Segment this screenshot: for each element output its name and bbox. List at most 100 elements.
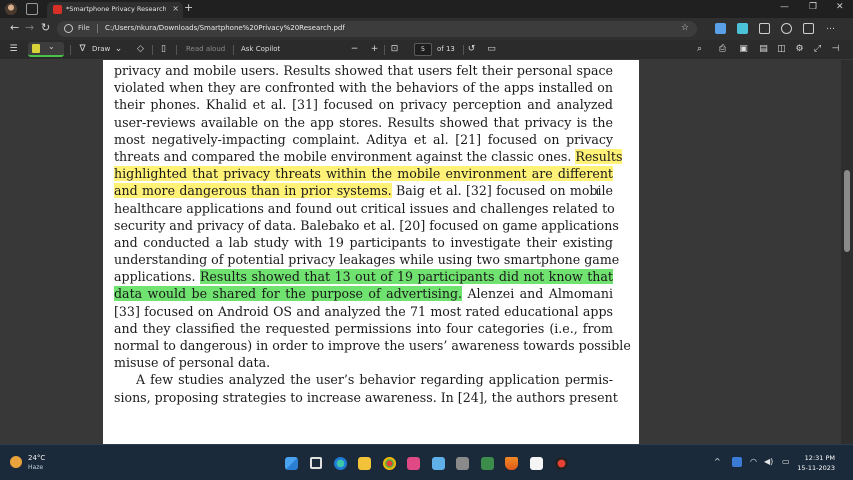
text-line: their phones. Khalid et al. [31] focused… xyxy=(114,97,613,113)
toolbar-divider xyxy=(176,45,177,55)
page-number-input[interactable]: 5 xyxy=(414,43,432,56)
info-icon[interactable] xyxy=(64,24,73,33)
highlight-tool[interactable]: ⌄ xyxy=(28,42,64,57)
wifi-icon[interactable]: ◠ xyxy=(750,457,757,467)
text-line: and they classified the requested permis… xyxy=(114,320,613,336)
toolbar-divider xyxy=(384,45,385,55)
save-as-icon[interactable]: ▤ xyxy=(758,44,769,55)
close-window-button[interactable]: ✕ xyxy=(836,2,844,12)
text-line: user-reviews available on the app stores… xyxy=(114,114,613,130)
save-icon[interactable]: ▣ xyxy=(738,44,749,55)
start-icon[interactable] xyxy=(285,457,298,470)
view-icon[interactable]: ▭ xyxy=(486,44,497,55)
scrollbar-thumb[interactable] xyxy=(844,170,850,252)
tab-actions-icon[interactable] xyxy=(26,3,38,15)
address-bar[interactable]: File C:/Users/nkura/Downloads/Smartphone… xyxy=(57,21,697,37)
screen: *Smartphone Privacy Research.pdf × + — ❐… xyxy=(0,0,853,480)
chevron-down-icon[interactable]: ⌄ xyxy=(48,42,55,51)
text-line: privacy and mobile users. Results showed… xyxy=(114,63,613,78)
draw-chevron-icon[interactable]: ⌄ xyxy=(113,44,124,55)
text-line: A few studies analyzed the user’s behavi… xyxy=(136,372,613,388)
settings-icon[interactable]: ⚙ xyxy=(794,44,805,55)
minimize-button[interactable]: — xyxy=(780,2,789,12)
rotate-icon[interactable]: ↺ xyxy=(466,44,477,55)
tab-active[interactable]: *Smartphone Privacy Research.pdf × xyxy=(47,2,183,18)
fit-page-icon[interactable]: ⊡ xyxy=(389,44,400,55)
weather-icon[interactable] xyxy=(10,456,22,468)
tray-app-icon[interactable] xyxy=(732,457,742,467)
chrome-icon[interactable] xyxy=(383,457,396,470)
fullscreen-icon[interactable]: ⤢ xyxy=(812,44,823,55)
green-highlight[interactable]: Results showed that 13 out of 19 partici… xyxy=(199,269,613,285)
text-line: violated when they are confronted with t… xyxy=(114,80,613,96)
page-view-icon[interactable]: ▯ xyxy=(158,44,169,55)
temperature[interactable]: 24°C xyxy=(28,454,45,462)
text-line: [33] focused on Android OS and analyzed … xyxy=(114,303,613,319)
favorite-star-icon[interactable]: ☆ xyxy=(681,23,689,33)
taskbar: 24°C Haze ^ ◠ ◀) ▭ 12:31 PM 15-11-2023 xyxy=(0,444,853,480)
toolbar-divider xyxy=(152,45,153,55)
maximize-button[interactable]: ❐ xyxy=(809,2,817,12)
text-line: threats and compared the mobile environm… xyxy=(114,148,623,164)
read-aloud-button[interactable]: Read aloud xyxy=(186,44,225,55)
edge-icon[interactable] xyxy=(334,457,347,470)
zoom-out-button[interactable]: − xyxy=(349,44,360,55)
profile-avatar[interactable] xyxy=(5,3,17,15)
draw-icon[interactable]: ∇ xyxy=(77,44,88,55)
green-highlight[interactable]: data would be shared for the purpose of … xyxy=(114,286,463,302)
copilot-icon[interactable] xyxy=(737,23,748,34)
print-icon[interactable]: ⎙ xyxy=(717,44,728,55)
text-line: misuse of personal data. xyxy=(114,355,271,371)
weather-description[interactable]: Haze xyxy=(28,464,43,471)
vertical-scrollbar[interactable] xyxy=(841,60,853,444)
tab-close-icon[interactable]: × xyxy=(172,4,179,13)
extension-icon[interactable] xyxy=(715,23,726,34)
search-icon[interactable]: ⌕ xyxy=(694,44,705,55)
ask-copilot-button[interactable]: Ask Copilot xyxy=(241,44,280,55)
toolbar-divider xyxy=(70,45,71,55)
volume-icon[interactable]: ◀) xyxy=(764,457,773,467)
pdf-icon xyxy=(53,5,62,14)
sidebar-icon[interactable]: ◫ xyxy=(776,44,787,55)
address-prefix: File xyxy=(78,24,90,32)
text-cursor-icon: I xyxy=(596,188,599,198)
file-explorer-icon[interactable] xyxy=(358,457,371,470)
refresh-button[interactable]: ↻ xyxy=(41,22,50,34)
address-divider xyxy=(97,24,98,33)
split-screen-icon[interactable] xyxy=(759,23,770,34)
forward-button[interactable]: → xyxy=(25,22,34,34)
app-icon[interactable] xyxy=(555,457,568,470)
clock-time[interactable]: 12:31 PM xyxy=(801,454,835,462)
page-count: of 13 xyxy=(437,45,455,53)
vlc-icon[interactable] xyxy=(505,457,518,470)
collections-icon[interactable] xyxy=(803,23,814,34)
app-icon[interactable] xyxy=(456,457,469,470)
new-tab-button[interactable]: + xyxy=(184,1,193,14)
favorites-icon[interactable] xyxy=(781,23,792,34)
yellow-highlight[interactable]: and more dangerous than in prior systems… xyxy=(114,183,392,199)
clock-date[interactable]: 15-11-2023 xyxy=(795,464,835,472)
tray-chevron-icon[interactable]: ^ xyxy=(714,457,721,467)
address-url[interactable]: C:/Users/nkura/Downloads/Smartphone%20Pr… xyxy=(105,24,345,32)
text-line: sions, proposing strategies to increase … xyxy=(114,389,618,405)
draw-button[interactable]: Draw xyxy=(92,44,110,55)
more-icon[interactable]: … xyxy=(826,23,837,34)
page-text[interactable]: privacy and mobile users. Results showed… xyxy=(114,62,631,406)
app-icon[interactable] xyxy=(530,457,543,470)
zoom-in-button[interactable]: + xyxy=(369,44,380,55)
app-icon[interactable] xyxy=(407,457,420,470)
pin-icon[interactable]: ⊣ xyxy=(830,44,841,55)
tab-title: *Smartphone Privacy Research.pdf xyxy=(66,5,166,13)
yellow-highlight[interactable]: highlighted that privacy threats within … xyxy=(114,166,613,182)
yellow-highlight[interactable]: Results xyxy=(575,148,623,164)
app-icon[interactable] xyxy=(481,457,494,470)
text-line: understanding of potential privacy leaka… xyxy=(114,252,620,268)
pdf-toolbar: ☰ ⌄ ∇ Draw ⌄ ◇ ▯ Read aloud Ask Copilot … xyxy=(0,40,853,60)
battery-icon[interactable]: ▭ xyxy=(782,457,790,467)
task-view-icon[interactable] xyxy=(310,457,322,469)
contents-icon[interactable]: ☰ xyxy=(8,44,19,55)
highlighter-icon xyxy=(32,44,40,53)
eraser-icon[interactable]: ◇ xyxy=(135,44,146,55)
back-button[interactable]: ← xyxy=(10,22,19,34)
app-icon[interactable] xyxy=(432,457,445,470)
